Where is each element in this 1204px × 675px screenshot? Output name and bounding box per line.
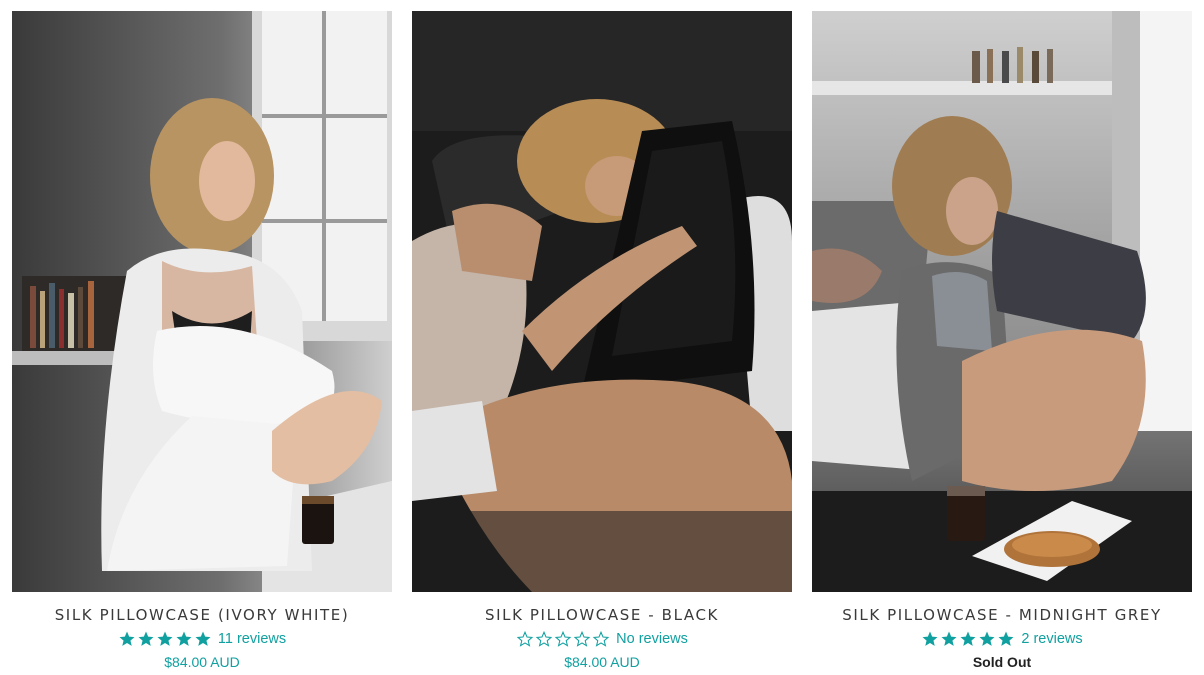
product-card-black[interactable]: SILK PILLOWCASE - BLACK No reviews $84.0… [412,11,792,675]
star-rating [118,630,212,648]
product-rating[interactable]: No reviews [516,629,688,649]
reviews-link[interactable]: 2 reviews [1021,631,1082,647]
star-outline-icon [516,630,534,647]
product-rating[interactable]: 11 reviews [118,629,286,649]
star-filled-icon [998,631,1014,646]
star-outline-icon [573,630,591,647]
star-filled-icon [195,631,211,646]
product-title[interactable]: SILK PILLOWCASE - MIDNIGHT GREY [842,606,1162,624]
product-image-black[interactable] [412,11,792,592]
sold-out-label: Sold Out [972,654,1032,670]
product-title[interactable]: SILK PILLOWCASE (IVORY WHITE) [55,606,350,624]
star-filled-icon [119,631,135,646]
star-rating [516,630,610,648]
product-title[interactable]: SILK PILLOWCASE - BLACK [485,606,719,624]
reviews-link[interactable]: 11 reviews [218,631,286,647]
product-image-ivory-white[interactable] [12,11,392,592]
star-filled-icon [960,631,976,646]
reviews-link[interactable]: No reviews [616,631,688,647]
product-image-midnight-grey[interactable] [812,11,1192,592]
star-rating [921,630,1015,648]
product-card-midnight-grey[interactable]: SILK PILLOWCASE - MIDNIGHT GREY 2 review… [812,11,1192,675]
product-price: $84.00 AUD [164,654,240,670]
star-filled-icon [157,631,173,646]
product-grid: SILK PILLOWCASE (IVORY WHITE) 11 reviews… [12,11,1192,675]
product-rating[interactable]: 2 reviews [921,629,1083,649]
star-outline-icon [535,630,553,647]
star-outline-icon [554,630,572,647]
star-filled-icon [138,631,154,646]
star-outline-icon [592,630,610,647]
star-filled-icon [979,631,995,646]
star-filled-icon [941,631,957,646]
star-filled-icon [922,631,938,646]
product-card-ivory-white[interactable]: SILK PILLOWCASE (IVORY WHITE) 11 reviews… [12,11,392,675]
star-filled-icon [176,631,192,646]
product-price: $84.00 AUD [564,654,640,670]
